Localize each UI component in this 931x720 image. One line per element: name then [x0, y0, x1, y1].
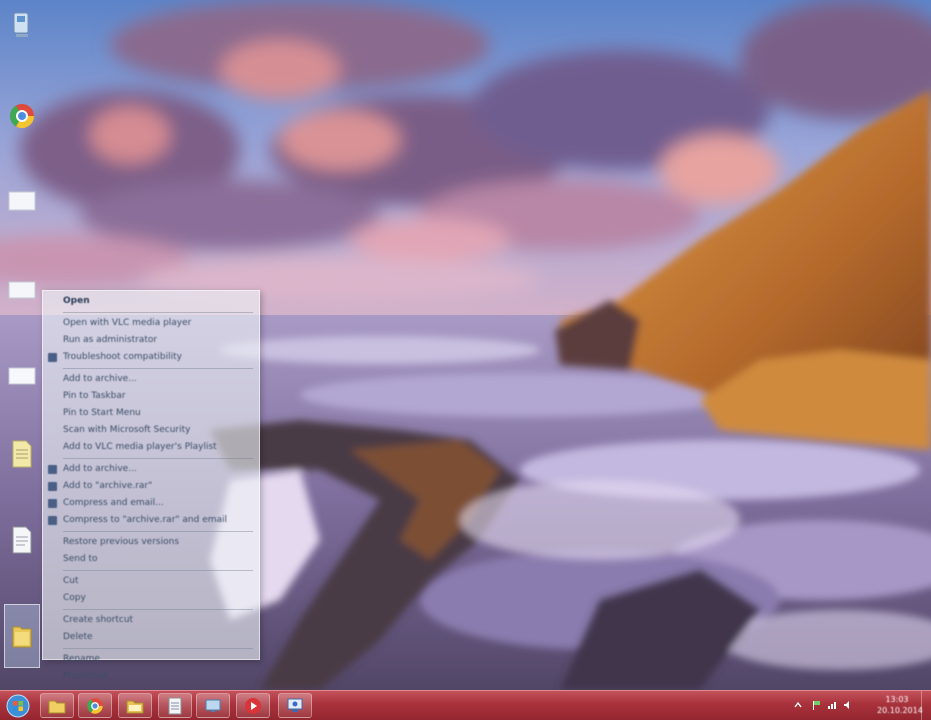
menu-item-icon [48, 465, 57, 474]
document-icon[interactable] [4, 358, 40, 394]
folder-taskbar-icon[interactable] [118, 693, 152, 718]
context-menu-item[interactable]: Open [43, 293, 259, 310]
chrome-icon[interactable] [4, 98, 40, 134]
start-button[interactable] [3, 691, 33, 720]
context-menu-item[interactable]: Properties [43, 668, 259, 685]
menu-separator [63, 531, 253, 532]
context-menu-item[interactable]: Compress to "archive.rar" and email [43, 512, 259, 529]
text-file-icon[interactable] [4, 522, 40, 558]
context-menu-item[interactable]: Scan with Microsoft Security [43, 422, 259, 439]
context-menu-item[interactable]: Add to archive... [43, 461, 259, 478]
flag-icon[interactable] [811, 700, 821, 710]
context-menu-item-label: Troubleshoot compatibility [63, 352, 182, 362]
context-menu-item[interactable]: Cut [43, 573, 259, 590]
context-menu-item-label: Cut [63, 576, 79, 586]
menu-separator [63, 648, 253, 649]
context-menu-item-label: Restore previous versions [63, 537, 180, 547]
menu-separator [63, 458, 253, 459]
context-menu-item[interactable]: Troubleshoot compatibility [43, 349, 259, 366]
context-menu-item[interactable]: Pin to Taskbar [43, 388, 259, 405]
show-desktop-button[interactable] [921, 691, 931, 720]
context-menu-item-label: Run as administrator [63, 335, 158, 345]
context-menu-item-label: Copy [63, 593, 86, 603]
context-menu-item[interactable]: Run as administrator [43, 332, 259, 349]
context-menu-item[interactable]: Add to "archive.rar" [43, 478, 259, 495]
menu-item-icon [48, 499, 57, 508]
context-menu-item-label: Add to archive... [63, 374, 137, 384]
taskbar[interactable]: 13:03 20.10.2014 [0, 690, 931, 720]
menu-separator [63, 609, 253, 610]
clock-date: 20.10.2014 [877, 706, 923, 715]
context-menu-item[interactable]: Pin to Start Menu [43, 405, 259, 422]
notepad-file-icon[interactable] [4, 436, 40, 472]
context-menu-item[interactable]: Send to [43, 551, 259, 568]
menu-separator [63, 368, 253, 369]
context-menu-item-label: Scan with Microsoft Security [63, 425, 191, 435]
context-menu-item-label: Send to [63, 554, 98, 564]
media-player-taskbar-icon[interactable] [236, 693, 270, 718]
context-menu-item[interactable]: Add to VLC media player's Playlist [43, 439, 259, 456]
network-icon[interactable] [827, 700, 837, 710]
chrome-taskbar-icon[interactable] [78, 693, 112, 718]
menu-separator [63, 312, 253, 313]
context-menu-item-label: Add to "archive.rar" [63, 481, 153, 491]
context-menu-item-label: Properties [63, 671, 109, 681]
explorer-icon[interactable] [40, 693, 74, 718]
context-menu-item[interactable]: Add to archive... [43, 371, 259, 388]
context-menu-item-label: Compress and email... [63, 498, 164, 508]
menu-item-icon [48, 516, 57, 525]
context-menu-item-label: Rename [63, 654, 100, 664]
clock[interactable]: 13:03 20.10.2014 [877, 694, 923, 716]
clock-time: 13:03 [885, 695, 909, 704]
computer-icon[interactable] [4, 8, 40, 44]
volume-icon[interactable] [843, 700, 853, 710]
context-menu-item[interactable]: Open with VLC media player [43, 315, 259, 332]
context-menu-item-label: Open with VLC media player [63, 318, 192, 328]
menu-item-icon [48, 482, 57, 491]
context-menu-item[interactable]: Create shortcut [43, 612, 259, 629]
user-folder-icon[interactable] [4, 604, 40, 668]
context-menu-item[interactable]: Delete [43, 629, 259, 646]
context-menu-item[interactable]: Copy [43, 590, 259, 607]
context-menu-item[interactable]: Restore previous versions [43, 534, 259, 551]
document-icon[interactable] [4, 272, 40, 308]
context-menu-item-label: Pin to Start Menu [63, 408, 141, 418]
menu-separator [63, 570, 253, 571]
context-menu-item-label: Open [63, 296, 90, 306]
desktop[interactable]: Open Open with VLC media player Run as adm… [0, 0, 931, 720]
context-menu-item-label: Delete [63, 632, 93, 642]
windows-logo-icon [6, 694, 30, 717]
network-taskbar-icon[interactable] [196, 693, 230, 718]
context-menu-item-label: Pin to Taskbar [63, 391, 126, 401]
context-menu-item-label: Add to archive... [63, 464, 137, 474]
context-menu-item-label: Compress to "archive.rar" and email [63, 515, 228, 525]
context-menu-item-label: Create shortcut [63, 615, 134, 625]
menu-item-icon [48, 353, 57, 362]
remote-desktop-taskbar-icon[interactable] [278, 693, 312, 718]
chevron-up-icon[interactable] [793, 700, 803, 710]
context-menu-item-label: Add to VLC media player's Playlist [63, 442, 217, 452]
context-menu-item[interactable]: Compress and email... [43, 495, 259, 512]
folder-icon[interactable] [4, 182, 40, 218]
context-menu[interactable]: Open Open with VLC media player Run as adm… [42, 290, 260, 681]
notepad-taskbar-icon[interactable] [158, 693, 192, 718]
system-tray[interactable]: 13:03 20.10.2014 [781, 691, 931, 720]
context-menu-item[interactable]: Rename [43, 651, 259, 668]
